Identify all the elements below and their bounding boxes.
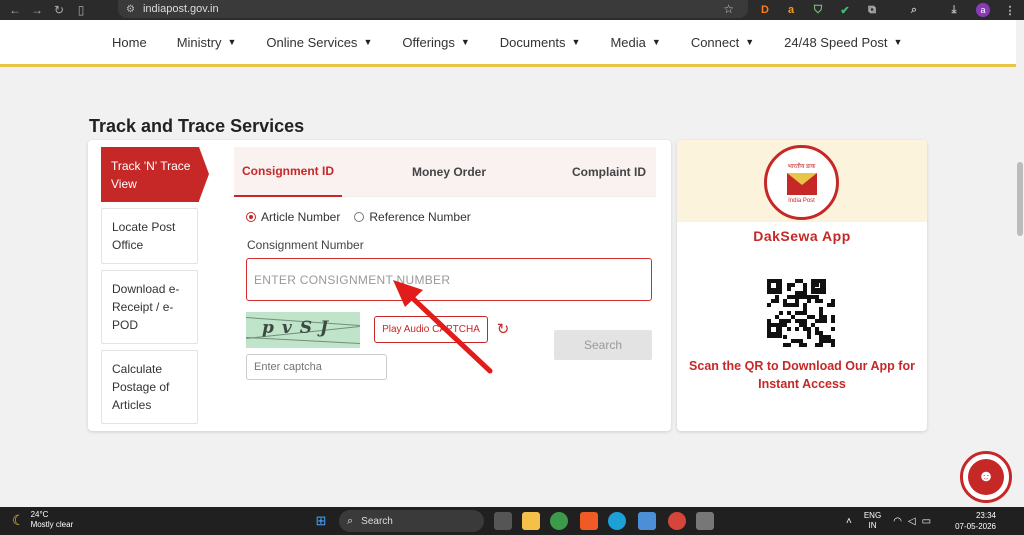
tab-money-order[interactable]: Money Order [384, 147, 514, 197]
reference-number-radio[interactable] [354, 212, 365, 222]
nav-item-ministry[interactable]: Ministry ▼ [177, 35, 237, 50]
windows-start-icon[interactable]: ⊞ [312, 512, 330, 530]
chatbot-button[interactable]: ☻ [960, 451, 1012, 503]
chevron-down-icon: ▼ [363, 37, 373, 47]
chevron-down-icon: ▼ [651, 37, 661, 47]
nav-item-24-48-speed-post[interactable]: 24/48 Speed Post ▼ [784, 35, 902, 50]
tab-search-icon[interactable]: ⌕ [906, 2, 922, 18]
back-icon[interactable]: ← [4, 0, 26, 20]
search-icon: ⌕ [347, 514, 354, 527]
sidebar-item-track-trace[interactable]: Track 'N' Trace View [101, 147, 209, 202]
robot-icon: ☻ [968, 459, 1004, 495]
shield-extension-icon[interactable]: ⛉ [810, 2, 826, 18]
profile-avatar[interactable]: a [976, 3, 990, 17]
promo-banner: भारतीय डाक India Post [677, 140, 927, 222]
article-number-label: Article Number [261, 210, 341, 224]
page-title: Track and Trace Services [89, 116, 305, 136]
article-number-radio[interactable] [246, 212, 256, 222]
task-view-icon[interactable] [494, 512, 512, 530]
qr-caption: Scan the QR to Download Our App for Inst… [689, 359, 915, 391]
puzzle-extensions-icon[interactable]: ⧉ [864, 2, 880, 18]
tracking-tabs: Consignment ID Money Order Complaint ID [234, 147, 656, 197]
sidebar-item-label: Track 'N' Trace View [111, 159, 191, 191]
sidebar-item-locate-post-office[interactable]: Locate Post Office [101, 208, 198, 264]
download-icon[interactable]: ⤓ [946, 2, 962, 18]
sidebar-item-calculate-postage[interactable]: Calculate Postage of Articles [101, 350, 198, 424]
nav-item-home[interactable]: Home [112, 35, 147, 50]
envelope-icon [787, 173, 817, 195]
captcha-image: pvSJ [246, 312, 360, 348]
chevron-down-icon: ▼ [460, 37, 470, 47]
reload-icon[interactable]: ↻ [48, 0, 70, 20]
chevron-up-icon[interactable]: ˄ [846, 516, 852, 527]
reference-number-label: Reference Number [369, 210, 471, 224]
chevron-down-icon: ▼ [227, 37, 237, 47]
forward-icon[interactable]: → [26, 0, 48, 20]
consignment-number-label: Consignment Number [247, 238, 364, 252]
nav-item-media[interactable]: Media ▼ [610, 35, 660, 50]
search-button[interactable]: Search [554, 330, 652, 360]
captcha-text: pvSJ [262, 318, 337, 338]
file-explorer-icon[interactable] [522, 512, 540, 530]
chevron-down-icon: ▼ [893, 37, 903, 47]
play-audio-captcha-button[interactable]: Play Audio CAPTCHA [374, 316, 488, 343]
nav-item-documents[interactable]: Documents ▼ [500, 35, 581, 50]
check-extension-icon[interactable]: ✔ [837, 2, 853, 18]
sidebar-item-download-ereceipt[interactable]: Download e-Receipt / e-POD [101, 270, 198, 344]
url-text: indiapost.gov.in [142, 3, 219, 15]
wifi-icon[interactable]: ◠ [893, 516, 902, 527]
chevron-down-icon: ▼ [571, 37, 581, 47]
edge-icon[interactable] [608, 512, 626, 530]
brave-icon[interactable] [580, 512, 598, 530]
site-info-icon[interactable]: ⚙ [126, 4, 135, 15]
bookmark-star-icon[interactable]: ☆ [723, 2, 734, 16]
windows-taskbar: ☾ 24°C Mostly clear ⊞ ⌕ Search ˄ ENG IN ◠… [0, 507, 1024, 535]
notepad-icon[interactable] [638, 512, 656, 530]
extension-d-icon[interactable]: D [757, 2, 773, 18]
qr-code [767, 279, 835, 347]
site-navigation: Home Ministry ▼ Online Services ▼ Offerings ▼ D… [0, 20, 1016, 67]
clock[interactable]: 23:34 07-05-2026 [944, 510, 996, 532]
battery-icon[interactable]: ▭ [922, 516, 931, 527]
taskbar-search[interactable]: ⌕ Search [339, 510, 484, 532]
daksewa-app-card: भारतीय डाक India Post DakSewa App Scan t… [677, 140, 927, 431]
language-indicator[interactable]: ENG IN [864, 511, 881, 531]
scrollbar-thumb[interactable] [1017, 162, 1023, 236]
chrome-icon[interactable] [550, 512, 568, 530]
tab-consignment-id[interactable]: Consignment ID [234, 147, 342, 197]
india-post-logo: भारतीय डाक India Post [764, 145, 839, 220]
weather-moon-icon: ☾ [12, 511, 25, 528]
app-title: DakSewa App [753, 228, 851, 244]
snipping-tool-icon[interactable] [696, 512, 714, 530]
nav-item-online-services[interactable]: Online Services ▼ [266, 35, 372, 50]
weather-widget[interactable]: ☾ 24°C Mostly clear [12, 510, 73, 530]
tab-complaint-id[interactable]: Complaint ID [554, 147, 664, 197]
sidebar-item-label: Download e-Receipt / e-POD [112, 282, 180, 332]
extension-a-icon[interactable]: a [783, 2, 799, 18]
browser-menu-icon[interactable]: ⋮ [1002, 2, 1018, 18]
sidebar-item-label: Locate Post Office [112, 220, 176, 252]
address-bar[interactable]: ⚙ indiapost.gov.in ☆ [118, 0, 748, 18]
system-tray: ˄ ENG IN ◠ ◁ ▭ [846, 507, 931, 535]
nav-item-connect[interactable]: Connect ▼ [691, 35, 754, 50]
split-view-icon[interactable]: ▯ [70, 0, 92, 20]
nav-item-offerings[interactable]: Offerings ▼ [402, 35, 469, 50]
chevron-down-icon: ▼ [745, 37, 755, 47]
chrome-active-icon[interactable] [668, 512, 686, 530]
refresh-captcha-icon[interactable]: ↻ [494, 320, 512, 338]
captcha-input[interactable] [246, 354, 387, 380]
consignment-number-input[interactable] [246, 258, 652, 301]
sidebar-item-label: Calculate Postage of Articles [112, 362, 170, 412]
page-scrollbar[interactable] [1016, 20, 1024, 507]
volume-icon[interactable]: ◁ [908, 516, 916, 527]
number-type-radio-group: Article Number Reference Number [246, 210, 471, 224]
